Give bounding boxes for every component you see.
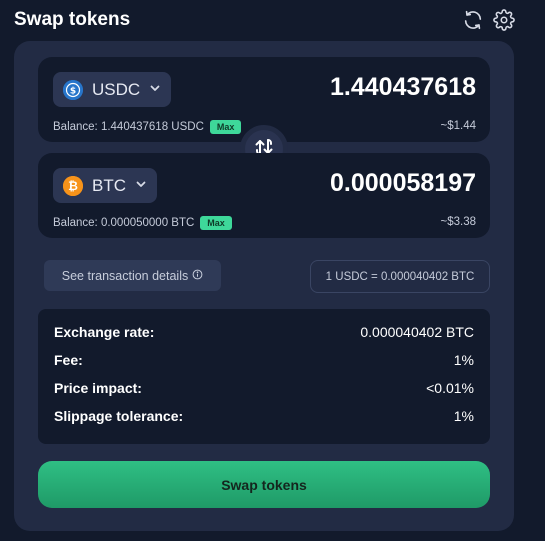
- summary-label: Slippage tolerance:: [54, 408, 184, 424]
- to-balance: Balance: 0.000050000 BTC Max: [53, 216, 232, 230]
- swap-tokens-button[interactable]: Swap tokens: [38, 461, 490, 508]
- see-transaction-details-button[interactable]: See transaction details: [44, 260, 221, 291]
- to-token-symbol: BTC: [92, 175, 126, 195]
- svg-text:$: $: [70, 86, 76, 96]
- btc-coin-icon: ₿: [63, 175, 83, 196]
- from-balance-label: Balance: 1.440437618 USDC: [53, 121, 204, 133]
- from-token-selector[interactable]: $ USDC: [53, 72, 172, 107]
- summary-label: Price impact:: [54, 380, 142, 396]
- gear-icon[interactable]: [492, 8, 516, 32]
- to-balance-label: Balance: 0.000050000 BTC: [53, 217, 195, 229]
- from-balance: Balance: 1.440437618 USDC Max: [53, 120, 242, 134]
- to-amount[interactable]: 0.000058197: [330, 169, 476, 198]
- summary-value: 0.000040402 BTC: [360, 324, 474, 340]
- to-token-selector[interactable]: ₿ BTC: [53, 168, 157, 203]
- usdc-coin-icon: $: [63, 79, 83, 100]
- page-title: Swap tokens: [14, 9, 131, 30]
- summary-row: Exchange rate: 0.000040402 BTC: [54, 322, 474, 342]
- from-token-symbol: USDC: [92, 79, 141, 99]
- chevron-down-icon: [149, 81, 161, 99]
- swap-card: $ USDC 1.440437618 Balance: 1.440437618 …: [14, 41, 514, 531]
- summary-label: Fee:: [54, 352, 83, 368]
- summary-value: 1%: [453, 352, 474, 368]
- summary-row: Slippage tolerance: 1%: [54, 406, 474, 426]
- to-token-panel: ₿ BTC 0.000058197 Balance: 0.000050000 B…: [38, 153, 490, 238]
- summary-row: Price impact: <0.01%: [54, 378, 474, 398]
- summary-row: Fee: 1%: [54, 350, 474, 370]
- to-max-button[interactable]: Max: [200, 216, 232, 230]
- from-max-button[interactable]: Max: [209, 120, 242, 134]
- summary-value: <0.01%: [426, 380, 474, 396]
- summary-label: Exchange rate:: [54, 324, 155, 340]
- details-button-label: See transaction details: [61, 268, 189, 283]
- from-amount[interactable]: 1.440437618: [330, 73, 476, 102]
- summary-value: 1%: [453, 408, 474, 424]
- to-usd-value: ~$3.38: [440, 216, 477, 228]
- exchange-rate-pill: 1 USDC = 0.000040402 BTC: [310, 260, 490, 293]
- svg-text:₿: ₿: [68, 179, 78, 193]
- chevron-down-icon: [135, 177, 147, 195]
- header: Swap tokens: [0, 0, 545, 40]
- swap-summary: Exchange rate: 0.000040402 BTC Fee: 1% P…: [38, 309, 490, 444]
- info-icon: [192, 269, 203, 283]
- from-usd-value: ~$1.44: [440, 120, 477, 132]
- refresh-icon[interactable]: [461, 8, 485, 32]
